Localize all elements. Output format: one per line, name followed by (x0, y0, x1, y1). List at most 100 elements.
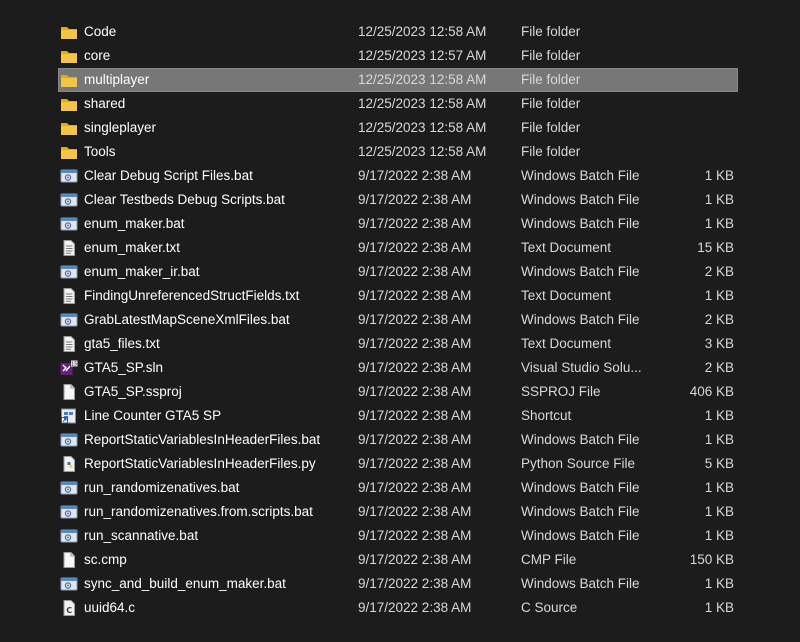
file-name: uuid64.c (84, 600, 136, 615)
batch-file-icon (60, 432, 78, 448)
blank-file-icon (60, 552, 78, 568)
file-name: GTA5_SP.sln (84, 360, 164, 375)
file-size: 406 KB (689, 384, 734, 399)
file-size: 150 KB (689, 552, 734, 567)
file-size: 5 KB (704, 456, 734, 471)
file-name: gta5_files.txt (84, 336, 160, 351)
file-row[interactable]: Cuuid64.c 9/17/2022 2:38 AM C Source 1 KB (0, 596, 800, 620)
file-row[interactable]: GTA5_SP.ssproj 9/17/2022 2:38 AM SSPROJ Fi… (0, 380, 800, 404)
file-date-modified: 9/17/2022 2:38 AM (358, 264, 472, 279)
file-name: run_scannative.bat (84, 528, 199, 543)
file-type: SSPROJ File (521, 384, 601, 399)
file-row[interactable]: Clear Debug Script Files.bat 9/17/2022 2:… (0, 164, 800, 188)
visual-studio-solution-icon: 15 (60, 360, 78, 376)
file-date-modified: 9/17/2022 2:38 AM (358, 504, 472, 519)
file-row[interactable]: enum_maker.txt 9/17/2022 2:38 AM Text Docu… (0, 236, 800, 260)
file-row[interactable]: sc.cmp 9/17/2022 2:38 AM CMP File 150 KB (0, 548, 800, 572)
file-size: 1 KB (704, 480, 734, 495)
file-name: Line Counter GTA5 SP (84, 408, 222, 423)
file-size: 1 KB (704, 504, 734, 519)
file-date-modified: 12/25/2023 12:58 AM (358, 144, 487, 159)
batch-file-icon (60, 504, 78, 520)
file-date-modified: 9/17/2022 2:38 AM (358, 216, 472, 231)
file-date-modified: 9/17/2022 2:38 AM (358, 480, 472, 495)
file-type: Windows Batch File (521, 432, 640, 447)
file-type: Windows Batch File (521, 312, 640, 327)
file-row[interactable]: Line Counter GTA5 SP 9/17/2022 2:38 AM Sho… (0, 404, 800, 428)
file-row[interactable]: FindingUnreferencedStructFields.txt 9/17/… (0, 284, 800, 308)
file-date-modified: 12/25/2023 12:58 AM (358, 72, 487, 87)
file-row[interactable]: Clear Testbeds Debug Scripts.bat 9/17/202… (0, 188, 800, 212)
file-size: 1 KB (704, 168, 734, 183)
file-date-modified: 9/17/2022 2:38 AM (358, 552, 472, 567)
file-name: GrabLatestMapSceneXmlFiles.bat (84, 312, 290, 327)
batch-file-icon (60, 216, 78, 232)
file-type: Windows Batch File (521, 216, 640, 231)
file-date-modified: 12/25/2023 12:58 AM (358, 120, 487, 135)
file-type: File folder (521, 144, 581, 159)
file-size: 1 KB (704, 192, 734, 207)
file-row[interactable]: gta5_files.txt 9/17/2022 2:38 AM Text Docu… (0, 332, 800, 356)
file-name: run_randomizenatives.from.scripts.bat (84, 504, 313, 519)
file-date-modified: 9/17/2022 2:38 AM (358, 288, 472, 303)
file-name: sync_and_build_enum_maker.bat (84, 576, 286, 591)
file-row[interactable]: enum_maker.bat 9/17/2022 2:38 AM Windows B… (0, 212, 800, 236)
file-type: File folder (521, 48, 581, 63)
file-type: Text Document (521, 336, 612, 351)
file-row[interactable]: singleplayer 12/25/2023 12:58 AM File fold… (0, 116, 800, 140)
file-name: GTA5_SP.ssproj (84, 384, 182, 399)
file-name: Clear Testbeds Debug Scripts.bat (84, 192, 285, 207)
file-row[interactable]: sync_and_build_enum_maker.bat 9/17/2022 2… (0, 572, 800, 596)
file-row[interactable]: run_scannative.bat 9/17/2022 2:38 AM Windo… (0, 524, 800, 548)
file-date-modified: 9/17/2022 2:38 AM (358, 312, 472, 327)
file-type: Visual Studio Solu... (521, 360, 642, 375)
file-type: File folder (521, 120, 581, 135)
file-type: Shortcut (521, 408, 572, 423)
file-row[interactable]: 15 GTA5_SP.sln 9/17/2022 2:38 AM Visual Stu… (0, 356, 800, 380)
file-size: 2 KB (704, 312, 734, 327)
python-file-icon (60, 456, 78, 472)
text-document-icon (60, 336, 78, 352)
file-row[interactable]: shared 12/25/2023 12:58 AM File folder (0, 92, 800, 116)
folder-icon (60, 96, 78, 112)
file-type: Windows Batch File (521, 576, 640, 591)
file-row[interactable]: Code 12/25/2023 12:58 AM File folder (0, 20, 800, 44)
file-row[interactable]: Tools 12/25/2023 12:58 AM File folder (0, 140, 800, 164)
file-size: 15 KB (697, 240, 734, 255)
folder-icon (60, 72, 78, 88)
file-type: Text Document (521, 288, 612, 303)
batch-file-icon (60, 192, 78, 208)
file-row[interactable]: multiplayer 12/25/2023 12:58 AM File folde… (0, 68, 800, 92)
batch-file-icon (60, 168, 78, 184)
file-row[interactable]: run_randomizenatives.from.scripts.bat 9/1… (0, 500, 800, 524)
file-name: enum_maker.bat (84, 216, 185, 231)
file-row[interactable]: ReportStaticVariablesInHeaderFiles.bat 9/… (0, 428, 800, 452)
file-date-modified: 9/17/2022 2:38 AM (358, 600, 472, 615)
file-row[interactable]: enum_maker_ir.bat 9/17/2022 2:38 AM Window… (0, 260, 800, 284)
batch-file-icon (60, 264, 78, 280)
file-date-modified: 9/17/2022 2:38 AM (358, 384, 472, 399)
file-row[interactable]: core 12/25/2023 12:57 AM File folder (0, 44, 800, 68)
file-name: Tools (84, 144, 116, 159)
file-size: 2 KB (704, 264, 734, 279)
file-date-modified: 9/17/2022 2:38 AM (358, 192, 472, 207)
batch-file-icon (60, 480, 78, 496)
blank-file-icon (60, 384, 78, 400)
folder-icon (60, 24, 78, 40)
file-row[interactable]: run_randomizenatives.bat 9/17/2022 2:38 A… (0, 476, 800, 500)
file-date-modified: 9/17/2022 2:38 AM (358, 360, 472, 375)
file-type: C Source (521, 600, 578, 615)
svg-text:15: 15 (71, 361, 77, 367)
file-name: enum_maker.txt (84, 240, 181, 255)
file-size: 1 KB (704, 408, 734, 423)
file-type: File folder (521, 72, 581, 87)
batch-file-icon (60, 528, 78, 544)
file-row[interactable]: ReportStaticVariablesInHeaderFiles.py 9/1… (0, 452, 800, 476)
file-size: 1 KB (704, 288, 734, 303)
file-date-modified: 12/25/2023 12:58 AM (358, 24, 487, 39)
file-list: Code 12/25/2023 12:58 AM File folder core 12… (0, 20, 800, 620)
file-name: enum_maker_ir.bat (84, 264, 200, 279)
file-date-modified: 9/17/2022 2:38 AM (358, 528, 472, 543)
file-row[interactable]: GrabLatestMapSceneXmlFiles.bat 9/17/2022 … (0, 308, 800, 332)
file-date-modified: 9/17/2022 2:38 AM (358, 456, 472, 471)
